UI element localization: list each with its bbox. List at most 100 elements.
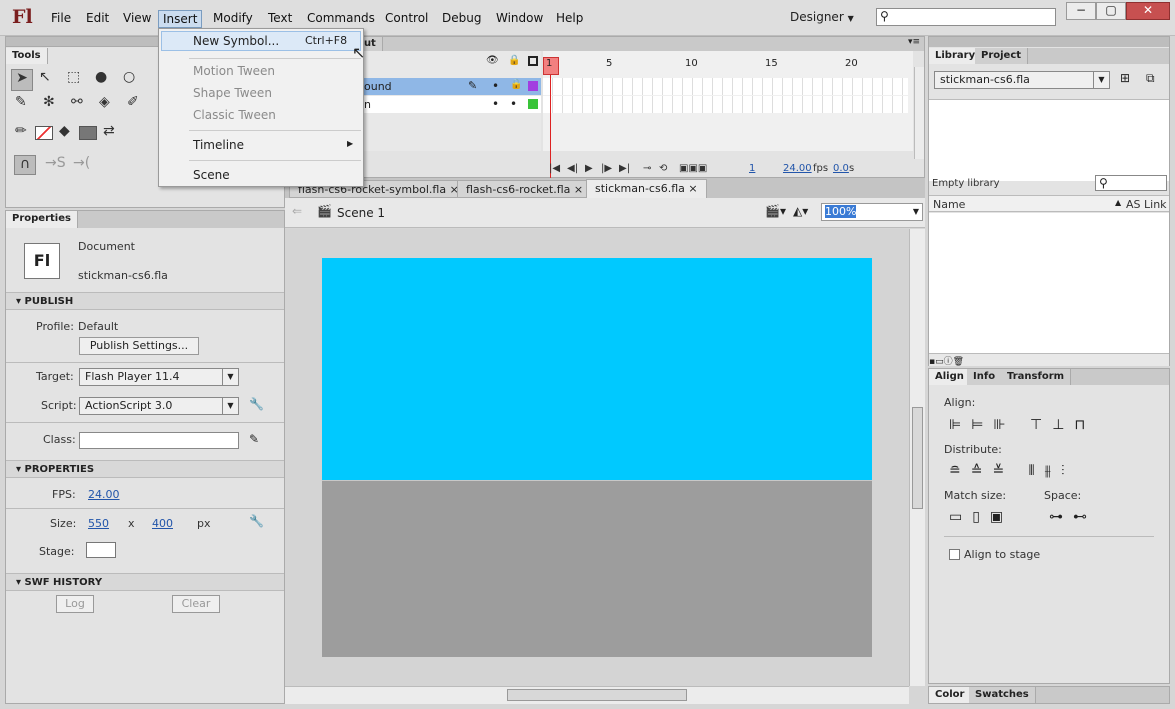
width-field[interactable]: 550 [88,517,109,530]
edit-class-icon[interactable]: ✎ [249,432,259,446]
close-button[interactable]: ✕ [1126,2,1170,20]
stroke-swatch[interactable] [35,126,53,140]
delete-icon[interactable]: 🗑 [953,357,964,367]
height-field[interactable]: 400 [152,517,173,530]
tab-properties[interactable]: Properties [6,211,78,228]
vscroll-thumb[interactable] [912,407,923,509]
tab-swatches[interactable]: Swatches [969,687,1036,703]
fill-swatch[interactable] [79,126,97,140]
step-back-icon[interactable]: ◀| [567,163,578,174]
publish-section[interactable]: ▾ PUBLISH [6,292,284,310]
paint-bucket-tool-icon[interactable]: ◈ [99,94,110,110]
help-search-input[interactable]: ⚲ [876,8,1056,26]
new-library-icon[interactable]: ⧉ [1146,71,1155,86]
playhead-frame[interactable]: 1 [543,57,559,75]
wrench-icon[interactable]: 🔧 [249,514,264,528]
publish-settings-button[interactable]: Publish Settings... [79,337,199,355]
stroke-color-icon[interactable]: ✏ [15,123,27,139]
close-icon[interactable]: × [688,182,697,195]
workspace-switcher[interactable]: Designer ▼ [790,10,854,24]
smooth-icon[interactable]: →S [45,155,66,171]
stage-ground[interactable] [322,480,872,657]
menu-view[interactable]: View [119,10,155,28]
tab-project[interactable]: Project [975,48,1029,64]
edit-symbols-icon[interactable]: ◭▾ [793,204,808,218]
menu-debug[interactable]: Debug [438,10,485,28]
pin-library-icon[interactable]: ⊞ [1120,71,1130,85]
menu-window[interactable]: Window [492,10,547,28]
menu-edit[interactable]: Edit [82,10,113,28]
deco-tool-icon[interactable]: ✻ [43,94,55,110]
menu-text[interactable]: Text [264,10,296,28]
free-transform-tool-icon[interactable]: ⬚ [67,69,80,85]
outline-icon[interactable] [528,56,538,66]
close-icon[interactable]: × [574,183,583,196]
elapsed-time[interactable]: 0.0 [833,163,849,174]
properties-icon[interactable]: ⓘ [944,357,953,367]
match-size-buttons[interactable]: ▭▯▣ [949,509,1013,525]
minimize-button[interactable]: − [1066,2,1096,20]
onion-skin-icon[interactable]: ▣▣▣ [679,163,707,174]
col-name[interactable]: Name [933,198,965,211]
menu-item-new-symbol[interactable]: New Symbol... [193,31,279,51]
subselection-tool-icon[interactable]: ↖ [39,69,51,85]
tab-info[interactable]: Info [967,369,1003,385]
swap-colors-icon[interactable]: ⇄ [103,123,115,139]
loop-icon[interactable]: ⟲ [659,163,667,174]
lasso-tool-icon[interactable]: ○ [123,69,135,85]
menu-file[interactable]: File [47,10,75,28]
zoom-select[interactable]: 100% ▼ [821,203,923,221]
menu-item-classic-tween[interactable]: Classic Tween [193,105,276,125]
script-select[interactable]: ActionScript 3.0 ▼ [79,397,239,415]
stage-vscrollbar[interactable] [909,229,925,686]
align-buttons[interactable]: ⊫⊨⊪ ⊤⊥⊓ [949,417,1095,433]
menu-commands[interactable]: Commands [303,10,379,28]
go-last-icon[interactable]: ▶| [619,163,630,174]
play-icon[interactable]: ▶ [585,163,593,174]
eye-icon[interactable]: 👁 [486,55,499,66]
properties-section[interactable]: ▾ PROPERTIES [6,460,284,478]
target-select[interactable]: Flash Player 11.4 ▼ [79,368,239,386]
library-search-input[interactable]: ⚲ [1095,175,1167,191]
stage-sky[interactable] [322,258,872,480]
menu-item-timeline[interactable]: Timeline [193,135,244,155]
stage-color-swatch[interactable] [86,542,116,558]
edit-scene-icon[interactable]: 🎬▾ [765,204,786,218]
swf-history-section[interactable]: ▾ SWF HISTORY [6,573,284,591]
menu-insert[interactable]: Insert [158,10,203,28]
menu-item-scene[interactable]: Scene [193,165,230,185]
fps-value[interactable]: 24.00 [783,163,812,174]
frames-row[interactable] [543,78,908,95]
menu-control[interactable]: Control [381,10,432,28]
tab-align[interactable]: Align [929,369,971,385]
col-linkage[interactable]: AS Link [1126,198,1167,211]
menu-item-shape-tween[interactable]: Shape Tween [193,83,272,103]
sort-icon[interactable]: ▲ [1115,198,1121,207]
align-to-stage-checkbox[interactable] [949,549,960,560]
current-frame[interactable]: 1 [749,163,755,174]
distribute-buttons[interactable]: ≘≙≚ ⫴⫵⫶ [949,463,1074,479]
menu-help[interactable]: Help [552,10,587,28]
panel-menu-icon[interactable]: ▾≡ [908,37,920,47]
back-arrow-icon[interactable]: ⇐ [292,204,302,218]
library-list[interactable] [929,213,1169,353]
3d-rotation-tool-icon[interactable]: ● [95,69,107,85]
space-buttons[interactable]: ⊶⊷ [1049,509,1097,525]
wrench-icon[interactable]: 🔧 [249,397,264,411]
new-folder-icon[interactable]: ▭ [935,357,944,367]
tab-transform[interactable]: Transform [1001,369,1072,385]
doc-tab-active[interactable]: stickman-cs6.fla × [586,179,707,198]
menu-item-motion-tween[interactable]: Motion Tween [193,61,275,81]
eyedropper-tool-icon[interactable]: ✐ [127,94,139,110]
step-forward-icon[interactable]: |▶ [601,163,612,174]
clear-button[interactable]: Clear [172,595,220,613]
snap-to-objects-icon[interactable]: ∩ [14,155,36,175]
stage-hscrollbar[interactable] [285,686,909,704]
class-input[interactable] [79,432,239,449]
frames-row[interactable] [543,96,908,113]
go-first-icon[interactable]: |◀ [549,163,560,174]
hscroll-thumb[interactable] [507,689,687,701]
tab-color[interactable]: Color [929,687,972,703]
timeline-scrollbar[interactable] [914,67,924,159]
selection-tool-icon[interactable]: ➤ [11,69,33,91]
